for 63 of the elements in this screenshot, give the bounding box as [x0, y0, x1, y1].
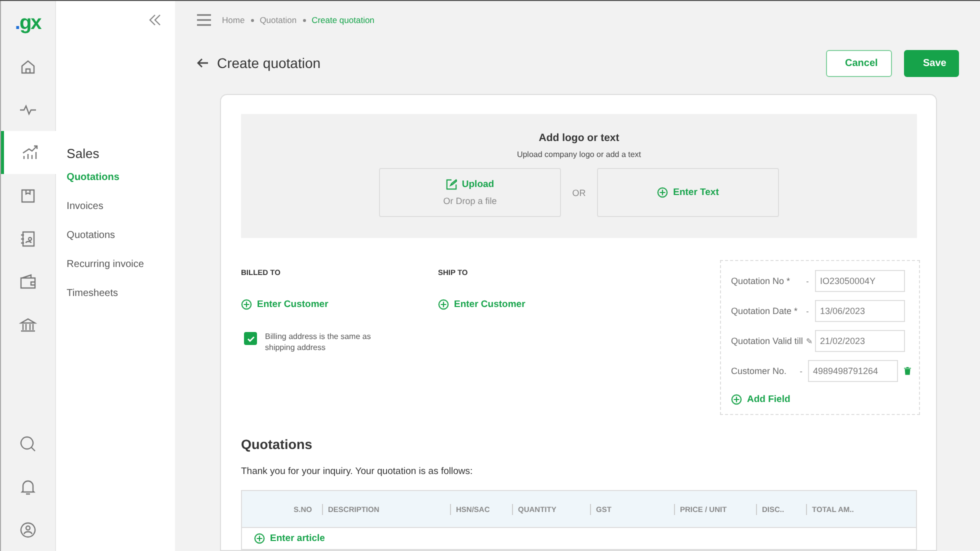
chart-nav-item[interactable]: [1, 131, 56, 174]
sidebar-item[interactable]: Timesheets: [66, 287, 175, 316]
sidebar-item[interactable]: Quotations: [66, 171, 175, 200]
user-icon: [18, 520, 37, 538]
field-separator: -: [806, 276, 810, 286]
or-separator: OR: [571, 188, 587, 198]
add-circle-icon: [438, 299, 449, 310]
collapse-icon[interactable]: [149, 14, 161, 26]
check-icon: [246, 334, 254, 342]
field-label: Quotation No *: [731, 276, 792, 286]
add-circle-icon: [254, 532, 265, 544]
same-address-label: Billing address is the same as shipping address: [265, 331, 372, 353]
same-address-checkbox[interactable]: [244, 332, 257, 345]
field-label: Quotation Valid till: [731, 336, 804, 346]
delete-icon[interactable]: [904, 366, 911, 376]
brand-logo[interactable]: .gx: [1, 1, 55, 45]
bank-icon: [18, 316, 37, 334]
wallet-icon: [18, 272, 37, 290]
contact-icon: [18, 230, 37, 248]
sidebar-item[interactable]: Quotations: [66, 229, 175, 258]
box-icon: [18, 186, 37, 204]
add-circle-icon: [241, 299, 252, 310]
add-circle-icon: [657, 187, 668, 198]
logo-area-title: Add logo or text: [538, 132, 620, 144]
field-label: Customer No.: [731, 366, 788, 376]
enter-text-dropzone[interactable]: Enter Text: [597, 168, 779, 217]
field-separator: -: [806, 306, 810, 316]
enter-customer-link[interactable]: Enter Customer: [438, 299, 635, 310]
add-circle-icon: [731, 394, 742, 404]
enter-customer-link[interactable]: Enter Customer: [241, 299, 438, 310]
field-label: Quotation Date *: [731, 306, 799, 316]
input-field[interactable]: IO23050004Y: [815, 270, 905, 292]
logo-area-subtitle: Upload company logo or add a text: [516, 150, 642, 159]
upload-dropzone[interactable]: Upload Or Drop a file: [379, 168, 561, 217]
save-button[interactable]: Save: [904, 50, 959, 76]
enter-article-link[interactable]: Enter article: [242, 528, 916, 548]
page-title: Create quotation: [217, 55, 321, 71]
edit-icon: [446, 179, 457, 190]
cancel-button[interactable]: Cancel: [826, 50, 892, 76]
breadcrumb-link[interactable]: Quotation: [260, 15, 297, 25]
input-field[interactable]: 21/02/2023: [815, 330, 905, 352]
back-arrow-icon[interactable]: [197, 57, 209, 69]
home-icon: [18, 58, 37, 76]
intro-text: Thank you for your inquiry. Your quotation is as follows:: [241, 466, 474, 477]
enter-text-label: Enter Text: [673, 187, 719, 198]
search-icon: [18, 434, 37, 452]
section-title: Quotations: [241, 437, 314, 452]
sidebar-item[interactable]: Recurring invoice: [66, 258, 175, 287]
field-separator: ✎: [806, 336, 813, 346]
chart-icon: [20, 144, 39, 162]
sidebar-title: Sales: [66, 146, 100, 161]
breadcrumb-dot-icon: [250, 18, 254, 22]
sidebar-item[interactable]: Invoices: [66, 200, 175, 229]
drop-hint: Or Drop a file: [443, 196, 497, 206]
breadcrumb-dot-icon: [302, 18, 306, 22]
field-separator: -: [800, 366, 804, 376]
input-field[interactable]: 13/06/2023: [815, 300, 905, 322]
notification-icon: [18, 478, 37, 496]
breadcrumb-link[interactable]: Home: [222, 15, 245, 25]
menu-icon[interactable]: [197, 14, 211, 26]
upload-label: Upload: [462, 179, 494, 190]
add-field-link[interactable]: Add Field: [731, 392, 911, 406]
input-field[interactable]: 4989498791264: [808, 360, 898, 382]
